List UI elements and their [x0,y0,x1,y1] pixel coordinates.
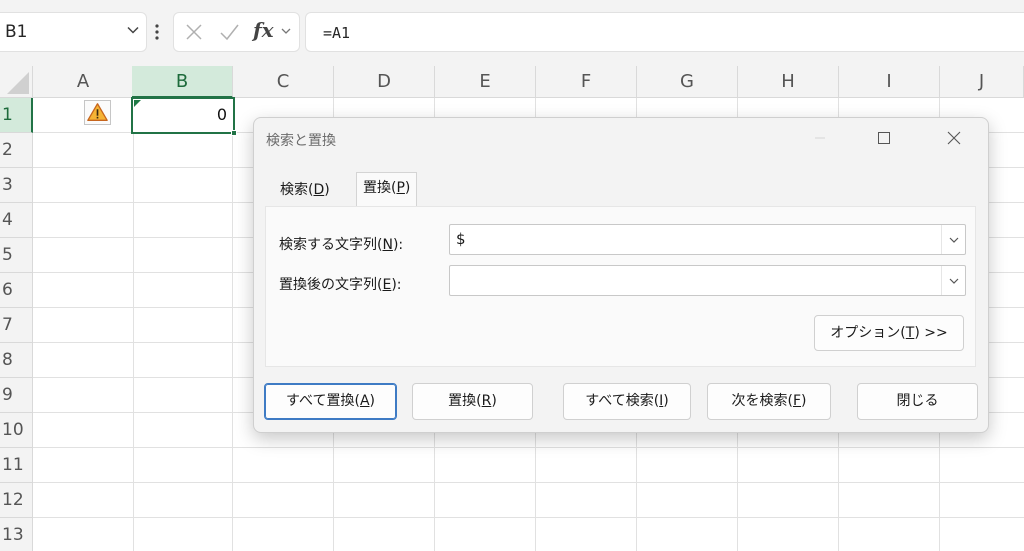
row-header-4[interactable]: 4 [0,203,33,238]
grid-line [33,482,1024,483]
row-header-7[interactable]: 7 [0,308,33,343]
formula-text: =A1 [323,24,351,42]
column-header-i[interactable]: I [839,66,940,98]
find-all-button[interactable]: すべて検索(I) [563,383,691,420]
more-icon[interactable] [154,24,160,42]
grid-line [33,517,1024,518]
column-header-c[interactable]: C [233,66,334,98]
find-what-label: 検索する文字列(N): [279,237,404,253]
find-history-dropdown[interactable] [941,225,965,254]
column-header-e[interactable]: E [435,66,536,98]
dialog-title: 検索と置換 [266,133,336,149]
cell-value: 0 [216,105,227,124]
replace-with-input[interactable] [449,265,966,296]
insert-function-button[interactable]: fx [253,18,274,42]
active-cell-b1[interactable]: 0 [131,97,237,136]
column-header-f[interactable]: F [536,66,637,98]
tab-find[interactable]: 検索(D) [274,175,336,206]
find-next-button[interactable]: 次を検索(F) [707,383,831,420]
chevron-down-icon [949,278,959,284]
replace-with-label: 置換後の文字列(E): [279,277,402,293]
close-icon[interactable] [944,128,964,148]
ribbon-edge [0,0,1024,8]
find-replace-dialog: 検索と置換 検索(D) 置換(P) 検索する文字列(N): $ 置換後の文字列(… [253,117,989,433]
grid-line [133,98,134,551]
chevron-down-icon [949,237,959,243]
enter-icon[interactable] [218,21,240,43]
warning-icon[interactable] [84,100,111,125]
chevron-down-icon[interactable] [126,23,140,37]
formula-buttons: fx [173,12,300,52]
options-button[interactable]: オプション(T) >> [814,315,964,351]
row-header-3[interactable]: 3 [0,168,33,203]
name-box-value: B1 [5,22,28,42]
replace-panel: 検索する文字列(N): $ 置換後の文字列(E): オプション(T) >> [265,206,976,367]
close-button[interactable]: 閉じる [857,383,978,420]
maximize-icon[interactable] [874,128,894,148]
row-header-2[interactable]: 2 [0,133,33,168]
name-box[interactable]: B1 [0,12,147,52]
grid-line [232,98,233,551]
column-header-a[interactable]: A [33,66,134,98]
row-header-10[interactable]: 10 [0,413,33,448]
column-header-j[interactable]: J [940,66,1024,98]
error-indicator [134,100,141,107]
replace-all-button[interactable]: すべて置換(A) [264,383,397,420]
excel-window: B1 fx =A1 A B C D E F G H I J 1 2 3 4 5 6 7 8 9 10 11 12 13 0 検… [0,0,1024,551]
row-header-11[interactable]: 11 [0,448,33,483]
cancel-icon[interactable] [183,21,205,43]
chevron-down-icon[interactable] [280,25,292,37]
row-header-8[interactable]: 8 [0,343,33,378]
find-what-value: $ [456,230,466,248]
column-header-g[interactable]: G [637,66,738,98]
fill-handle[interactable] [231,130,237,136]
column-header-d[interactable]: D [334,66,435,98]
grid-line [33,447,1024,448]
column-header-h[interactable]: H [738,66,839,98]
find-what-input[interactable]: $ [449,224,966,255]
row-header-9[interactable]: 9 [0,378,33,413]
formula-input[interactable]: =A1 [305,12,1024,52]
replace-history-dropdown[interactable] [941,266,965,295]
replace-button[interactable]: 置換(R) [412,383,533,420]
row-header-1[interactable]: 1 [0,98,33,133]
tab-replace[interactable]: 置換(P) [356,172,418,206]
row-header-6[interactable]: 6 [0,273,33,308]
select-all-button[interactable] [0,66,33,98]
row-header-13[interactable]: 13 [0,518,33,551]
minimize-icon [815,137,825,139]
row-header-5[interactable]: 5 [0,238,33,273]
column-header-b[interactable]: B [132,66,233,98]
row-header-12[interactable]: 12 [0,483,33,518]
